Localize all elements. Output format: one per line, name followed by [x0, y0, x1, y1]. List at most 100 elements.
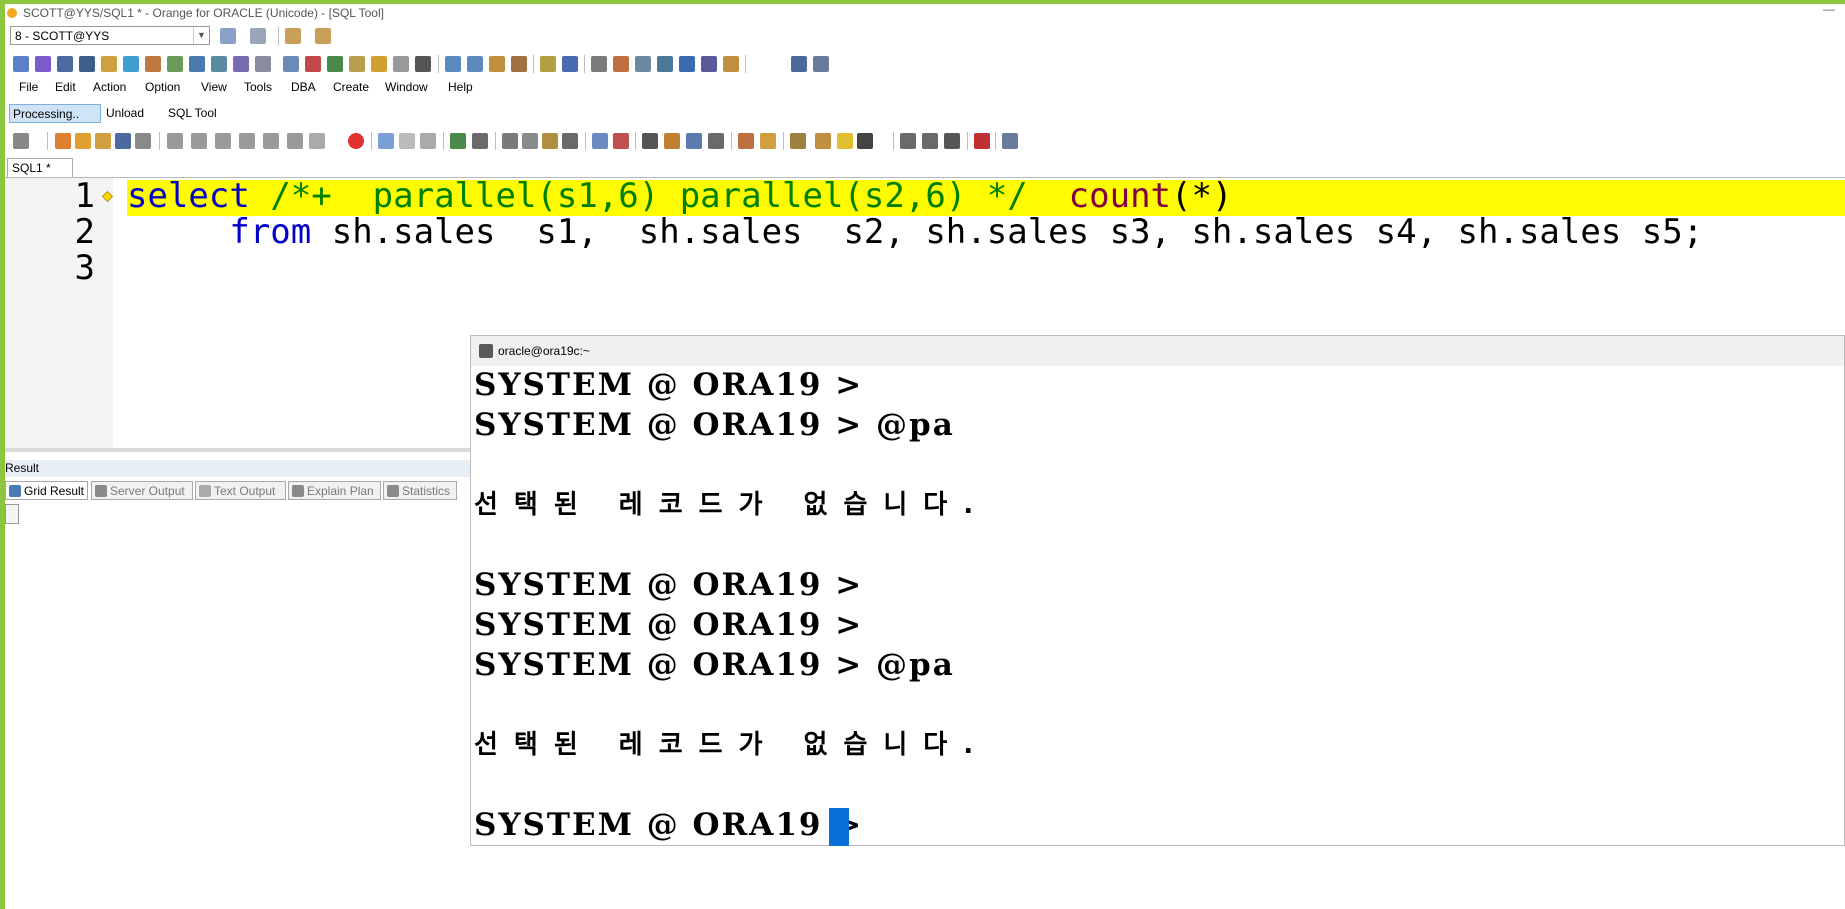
print-icon[interactable] — [135, 133, 151, 149]
grid-icon[interactable] — [679, 56, 695, 72]
menu-file[interactable]: File — [19, 80, 38, 94]
index-icon[interactable] — [167, 56, 183, 72]
backup-icon[interactable] — [511, 56, 527, 72]
message-icon[interactable] — [592, 133, 608, 149]
find-next-icon[interactable] — [664, 133, 680, 149]
checklist-icon[interactable] — [701, 56, 717, 72]
options-icon[interactable] — [791, 56, 807, 72]
describe-icon[interactable] — [287, 133, 303, 149]
session-icon[interactable] — [305, 56, 321, 72]
schema-icon[interactable] — [79, 56, 95, 72]
cut-icon[interactable] — [502, 133, 518, 149]
menu-create[interactable]: Create — [333, 80, 369, 94]
number-format-icon[interactable] — [944, 133, 960, 149]
find-prev-icon[interactable] — [686, 133, 702, 149]
db-icon[interactable] — [145, 56, 161, 72]
execute-script-icon[interactable] — [215, 133, 231, 149]
execute-icon[interactable] — [167, 133, 183, 149]
bookmark-icon[interactable] — [760, 133, 776, 149]
select-all-icon[interactable] — [562, 133, 578, 149]
commit-icon[interactable] — [285, 28, 301, 44]
transaction-icon[interactable] — [349, 56, 365, 72]
table-icon[interactable] — [123, 56, 139, 72]
minimize-button[interactable]: — — [1823, 2, 1835, 16]
paste-icon[interactable] — [542, 133, 558, 149]
code-line-1[interactable]: select /*+ parallel(s1,6) parallel(s2,6)… — [127, 178, 1232, 214]
new-tab-icon[interactable] — [75, 133, 91, 149]
menu-option[interactable]: Option — [145, 80, 180, 94]
replace-icon[interactable] — [708, 133, 724, 149]
fetch-icon[interactable] — [309, 133, 325, 149]
new-icon[interactable] — [55, 133, 71, 149]
import-icon[interactable] — [445, 56, 461, 72]
sql-icon[interactable] — [13, 56, 29, 72]
column-icon[interactable] — [790, 133, 806, 149]
disconnect-icon[interactable] — [250, 28, 266, 44]
chevron-down-icon[interactable]: ▼ — [193, 27, 209, 44]
code-line-2[interactable]: from sh.sales s1, sh.sales s2, sh.sales … — [127, 214, 1703, 250]
storage-icon[interactable] — [371, 56, 387, 72]
menu-action[interactable]: Action — [93, 80, 126, 94]
menu-tools[interactable]: Tools — [244, 80, 272, 94]
terminal-window[interactable]: oracle@ora19c:~ SYSTEM @ ORA19 > SYSTEM … — [470, 335, 1845, 846]
package-icon[interactable] — [255, 56, 271, 72]
tab-sql-tool[interactable]: SQL Tool — [165, 104, 220, 123]
stat-icon[interactable] — [613, 56, 629, 72]
open-icon[interactable] — [95, 133, 111, 149]
compare-icon[interactable] — [540, 56, 556, 72]
explain-icon[interactable] — [239, 133, 255, 149]
tab-server-output[interactable]: Server Output — [91, 481, 193, 500]
stop-icon[interactable] — [348, 133, 364, 149]
menu-dba[interactable]: DBA — [291, 80, 316, 94]
loader-icon[interactable] — [489, 56, 505, 72]
uncomment-icon[interactable] — [420, 133, 436, 149]
trace-icon[interactable] — [591, 56, 607, 72]
ash-icon[interactable] — [415, 56, 431, 72]
profiler-icon[interactable] — [974, 133, 990, 149]
menu-view[interactable]: View — [201, 80, 227, 94]
search-icon[interactable] — [642, 133, 658, 149]
copy-icon[interactable] — [522, 133, 538, 149]
execute-all-icon[interactable] — [191, 133, 207, 149]
window-icon[interactable] — [813, 56, 829, 72]
tab-sql1[interactable]: SQL1 * — [7, 158, 73, 177]
format-icon[interactable] — [378, 133, 394, 149]
redo-icon[interactable] — [472, 133, 488, 149]
gear-icon[interactable] — [13, 133, 29, 149]
diff-icon[interactable] — [562, 56, 578, 72]
lock-icon[interactable] — [327, 56, 343, 72]
log-icon[interactable] — [657, 56, 673, 72]
synonym-icon[interactable] — [211, 56, 227, 72]
record-view-icon[interactable] — [922, 133, 938, 149]
trace-run-icon[interactable] — [263, 133, 279, 149]
tab-unload[interactable]: Unload — [103, 104, 147, 123]
export-icon[interactable] — [467, 56, 483, 72]
procedure-icon[interactable] — [233, 56, 249, 72]
menu-edit[interactable]: Edit — [55, 80, 76, 94]
undo-icon[interactable] — [450, 133, 466, 149]
history-icon[interactable] — [738, 133, 754, 149]
sql-area-icon[interactable] — [283, 56, 299, 72]
plan-icon[interactable] — [57, 56, 73, 72]
report-icon[interactable] — [635, 56, 651, 72]
menu-window[interactable]: Window — [385, 80, 428, 94]
monitor-icon[interactable] — [393, 56, 409, 72]
list-icon[interactable] — [723, 56, 739, 72]
editor-options-icon[interactable] — [1002, 133, 1018, 149]
comment-icon[interactable] — [399, 133, 415, 149]
save-icon[interactable] — [115, 133, 131, 149]
object-icon[interactable] — [815, 133, 831, 149]
panel-splitter[interactable] — [5, 448, 470, 452]
clear-icon[interactable] — [613, 133, 629, 149]
connection-select[interactable]: 8 - SCOTT@YYS ▼ — [10, 26, 210, 45]
sql-plus-icon[interactable] — [35, 56, 51, 72]
grid-row-indicator[interactable] — [5, 504, 19, 524]
tab-text-output[interactable]: Text Output — [195, 481, 286, 500]
tab-grid-result[interactable]: Grid Result — [5, 481, 88, 500]
terminal-title-bar[interactable]: oracle@ora19c:~ — [471, 336, 1844, 366]
tab-processing[interactable]: Processing.. — [9, 104, 101, 123]
tools-icon[interactable] — [101, 56, 117, 72]
rollback-icon[interactable] — [315, 28, 331, 44]
tab-explain-plan[interactable]: Explain Plan — [288, 481, 381, 500]
tab-statistics[interactable]: Statistics — [383, 481, 457, 500]
